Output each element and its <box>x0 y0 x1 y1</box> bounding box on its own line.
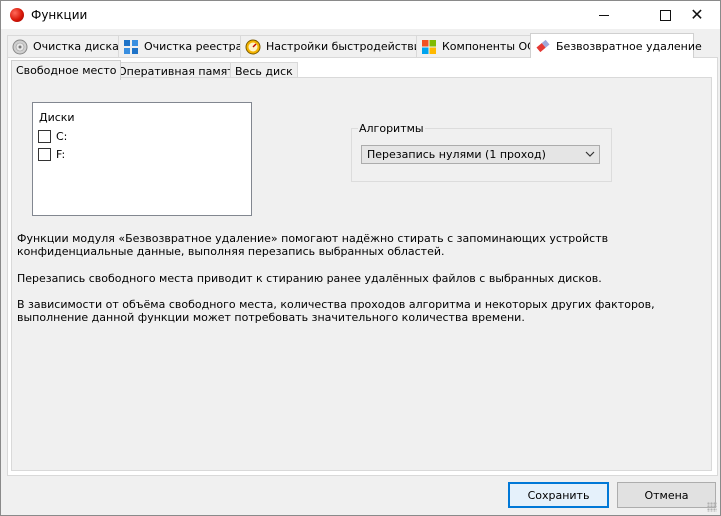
disk-f-checkbox[interactable] <box>38 148 51 161</box>
tab-disk-cleanup[interactable]: Очистка диска <box>7 35 119 57</box>
algorithms-title: Алгоритмы <box>358 122 425 135</box>
cancel-button[interactable]: Отмена <box>617 482 716 508</box>
minimize-icon <box>599 14 609 16</box>
disk-c-label: C: <box>56 130 68 143</box>
disk-f-label: F: <box>56 148 66 161</box>
save-button[interactable]: Сохранить <box>508 482 609 508</box>
tab-registry-cleanup[interactable]: Очистка реестра <box>118 35 242 57</box>
tab-label: Очистка реестра <box>144 40 243 53</box>
windows-logo-icon <box>421 39 437 55</box>
resize-grip-icon[interactable] <box>707 502 717 512</box>
close-icon: ✕ <box>690 5 704 24</box>
settings-window: Функции ✕ Очистка диска Очистка реестра … <box>0 0 721 516</box>
maximize-icon <box>659 9 671 21</box>
tab-label: Безвозвратное удаление <box>556 39 702 53</box>
registry-icon <box>123 39 139 55</box>
algorithm-select[interactable]: Перезапись нулями (1 проход) <box>361 145 600 164</box>
info-paragraph-1: Функции модуля «Безвозвратное удаление» … <box>17 232 609 258</box>
close-button[interactable]: ✕ <box>674 1 720 29</box>
info-paragraph-2: Перезапись свободного места приводит к с… <box>17 272 602 285</box>
minimize-button[interactable] <box>581 1 627 29</box>
eraser-icon <box>535 38 551 54</box>
window-title: Функции <box>31 8 88 22</box>
disk-c-checkbox[interactable] <box>38 130 51 143</box>
speedometer-icon <box>245 39 261 55</box>
disk-c-row[interactable]: C: <box>38 130 67 143</box>
tab-label: Настройки быстродействия <box>266 40 428 53</box>
subtab-free-space[interactable]: Свободное место <box>11 60 122 80</box>
info-paragraph-3: В зависимости от объёма свободного места… <box>17 298 655 324</box>
disks-title: Диски <box>39 111 75 124</box>
algorithm-selected-value: Перезапись нулями (1 проход) <box>367 148 546 161</box>
disks-list: Диски C: F: <box>32 102 252 216</box>
tab-os-components[interactable]: Компоненты ОС <box>416 35 535 57</box>
tab-label: Компоненты ОС <box>442 40 535 53</box>
free-space-panel: Диски C: F: Алгоритмы Перезапись нулями … <box>11 77 712 471</box>
main-tabs: Очистка диска Очистка реестра Настройки … <box>7 33 717 58</box>
algorithms-group: Алгоритмы Перезапись нулями (1 проход) <box>351 122 612 182</box>
chevron-down-icon <box>585 149 595 162</box>
title-bar[interactable]: Функции ✕ <box>1 1 720 29</box>
disk-f-row[interactable]: F: <box>38 148 65 161</box>
tab-label: Очистка диска <box>33 40 119 53</box>
disk-icon <box>12 39 28 55</box>
tab-secure-delete[interactable]: Безвозвратное удаление <box>530 33 702 58</box>
secure-delete-panel: Свободное место Оперативная память Весь … <box>7 57 718 476</box>
app-logo-icon <box>10 8 24 22</box>
tab-performance[interactable]: Настройки быстродействия <box>240 35 427 57</box>
